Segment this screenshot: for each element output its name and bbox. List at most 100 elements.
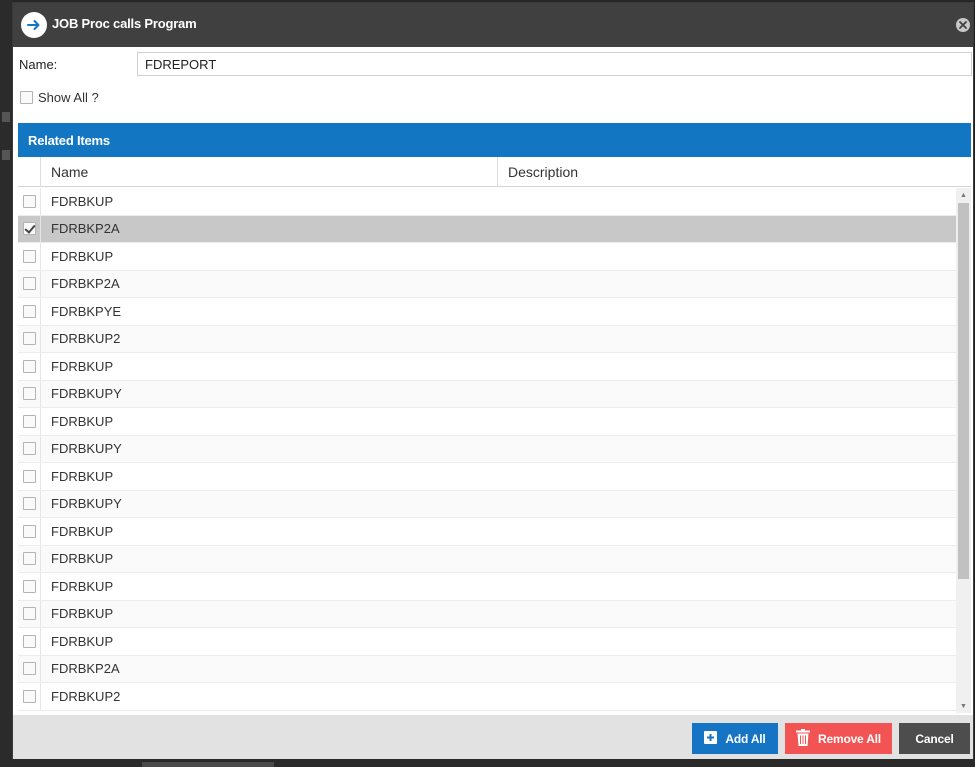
row-select-cell <box>18 188 41 215</box>
row-select-cell <box>18 380 41 407</box>
row-name: FDRBKUP <box>51 551 114 567</box>
row-name: FDRBKP2A <box>51 276 120 292</box>
row-select-cell <box>18 215 41 242</box>
row-checkbox[interactable] <box>22 662 36 676</box>
row-select-cell <box>18 655 41 682</box>
table-row[interactable]: FDRBKUP <box>18 353 956 381</box>
table-row[interactable]: FDRBKUP <box>18 518 956 546</box>
table-row[interactable]: FDRBKUP <box>18 463 956 491</box>
table-row[interactable]: FDRBKUP <box>18 573 956 601</box>
remove-all-label: Remove All <box>818 731 881 746</box>
table-row[interactable]: FDRBKUP2 <box>18 683 956 711</box>
row-select-cell <box>18 463 41 490</box>
row-checkbox[interactable] <box>22 332 36 346</box>
select-column-header <box>18 157 41 187</box>
table-row[interactable]: FDRBKUP <box>18 188 956 216</box>
trash-icon <box>796 728 811 749</box>
row-select-cell <box>18 600 41 627</box>
related-items-list: FDRBKUP FDRBKP2A FDRBKUP FDRBKP2A FDRBKPYE FD… <box>18 188 956 713</box>
close-icon[interactable] <box>956 18 970 32</box>
row-name: FDRBKUP <box>51 578 114 594</box>
add-all-button[interactable]: Add All <box>692 723 778 754</box>
row-select-cell <box>18 435 41 462</box>
table-row[interactable]: FDRBKUP <box>18 545 956 573</box>
table-row[interactable]: FDRBKUP <box>18 243 956 271</box>
dialog-footer: Add All Remove All Cancel <box>13 715 973 759</box>
row-select-cell <box>18 683 41 710</box>
row-name: FDRBKUP <box>51 248 114 264</box>
add-all-label: Add All <box>725 731 766 746</box>
table-row[interactable]: FDRBKUPY <box>18 435 956 463</box>
row-name: FDRBKUP <box>51 633 114 649</box>
column-header-name[interactable]: Name <box>41 157 498 187</box>
name-field[interactable] <box>137 52 972 76</box>
dialog-titlebar: JOB Proc calls Program <box>13 3 973 47</box>
table-row[interactable]: FDRBKP2A <box>18 215 956 243</box>
row-checkbox[interactable] <box>22 359 36 373</box>
row-checkbox[interactable] <box>22 277 36 291</box>
scroll-down-icon[interactable]: ▼ <box>956 699 971 713</box>
row-checkbox[interactable] <box>22 634 36 648</box>
table-row[interactable]: FDRBKUP <box>18 628 956 656</box>
background-app-sidebar <box>0 0 12 767</box>
remove-all-button[interactable]: Remove All <box>785 723 892 754</box>
table-row[interactable]: FDRBKP2A <box>18 270 956 298</box>
grid-header: Name Description <box>18 157 971 187</box>
row-select-cell <box>18 628 41 655</box>
row-name: FDRBKPYE <box>51 303 122 319</box>
row-name: FDRBKUP <box>51 413 114 429</box>
row-checkbox[interactable] <box>22 497 36 511</box>
row-select-cell <box>18 270 41 297</box>
row-checkbox[interactable] <box>22 689 36 703</box>
row-name: FDRBKUPY <box>51 496 122 512</box>
row-select-cell <box>18 573 41 600</box>
row-select-cell <box>18 545 41 572</box>
row-select-cell <box>18 325 41 352</box>
row-select-cell <box>18 243 41 270</box>
vertical-scrollbar[interactable]: ▲ ▼ <box>956 188 971 713</box>
show-all-checkbox[interactable] <box>20 91 33 104</box>
row-checkbox[interactable] <box>22 552 36 566</box>
row-checkbox[interactable] <box>22 607 36 621</box>
row-name: FDRBKUP <box>51 523 114 539</box>
row-select-cell <box>18 298 41 325</box>
table-row[interactable]: FDRBKUP <box>18 408 956 436</box>
cancel-button[interactable]: Cancel <box>899 723 970 754</box>
row-select-cell <box>18 408 41 435</box>
table-row[interactable]: FDRBKUPY <box>18 380 956 408</box>
row-name: FDRBKUPY <box>51 386 122 402</box>
background-tab <box>142 762 274 767</box>
row-checkbox[interactable] <box>22 579 36 593</box>
row-checkbox[interactable] <box>22 222 36 236</box>
name-label: Name: <box>19 57 58 72</box>
row-select-cell <box>18 518 41 545</box>
row-checkbox[interactable] <box>22 387 36 401</box>
row-checkbox[interactable] <box>22 442 36 456</box>
plus-square-icon <box>704 730 718 747</box>
background-mark <box>2 112 10 122</box>
row-checkbox[interactable] <box>22 249 36 263</box>
table-row[interactable]: FDRBKPYE <box>18 298 956 326</box>
table-row[interactable]: FDRBKUP <box>18 600 956 628</box>
arrow-right-circle-icon <box>21 12 47 38</box>
row-checkbox[interactable] <box>22 414 36 428</box>
table-row[interactable]: FDRBKUPY <box>18 490 956 518</box>
row-name: FDRBKUP <box>51 606 114 622</box>
scrollbar-thumb[interactable] <box>958 203 969 579</box>
table-row[interactable]: FDRBKUP2 <box>18 325 956 353</box>
row-name: FDRBKP2A <box>51 221 120 237</box>
row-name: FDRBKUP <box>51 358 114 374</box>
row-select-cell <box>18 353 41 380</box>
background-app-footer <box>0 759 975 767</box>
scroll-up-icon[interactable]: ▲ <box>956 188 971 202</box>
job-proc-dialog: JOB Proc calls Program Name: Show All ? … <box>12 2 974 759</box>
row-checkbox[interactable] <box>22 194 36 208</box>
dialog-title: JOB Proc calls Program <box>52 16 197 31</box>
table-row[interactable]: FDRBKP2A <box>18 655 956 683</box>
show-all-toggle[interactable]: Show All ? <box>20 90 99 105</box>
row-checkbox[interactable] <box>22 304 36 318</box>
column-header-description[interactable]: Description <box>499 157 971 187</box>
row-checkbox[interactable] <box>22 524 36 538</box>
row-checkbox[interactable] <box>22 469 36 483</box>
row-name: FDRBKUPY <box>51 441 122 457</box>
